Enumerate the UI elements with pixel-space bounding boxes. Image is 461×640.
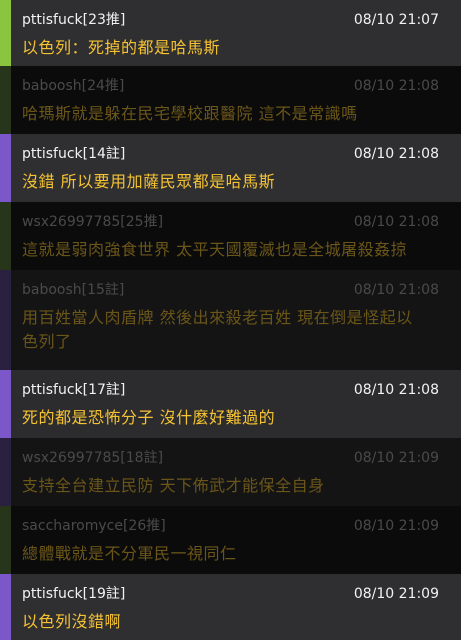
comment-item[interactable]: baboosh[15註] 08/10 21:08 用百姓當人肉盾牌 然後出來殺老百姓… — [0, 270, 461, 370]
comment-author[interactable]: baboosh[15註] — [22, 280, 124, 300]
comment-author[interactable]: pttisfuck[14註] — [22, 144, 125, 164]
comment-body: 以色列沒錯啊 — [22, 610, 439, 634]
comment-body: 用百姓當人肉盾牌 然後出來殺老百姓 現在倒是怪起以 色列了 — [22, 306, 439, 354]
comment-header: baboosh[15註] 08/10 21:08 — [22, 280, 439, 300]
comment-floor-tag: [15註] — [81, 282, 125, 298]
comment-floor-tag: [19註] — [82, 586, 126, 602]
reply-indicator-bar — [0, 370, 11, 438]
comment-body: 沒錯 所以要用加薩民眾都是哈馬斯 — [22, 170, 439, 194]
comment-floor-tag: [23推] — [82, 12, 126, 28]
comment-item[interactable]: pttisfuck[19註] 08/10 21:09 以色列沒錯啊 — [0, 574, 461, 640]
author-name: pttisfuck — [22, 12, 83, 28]
comment-timestamp: 08/10 21:09 — [353, 586, 439, 602]
reply-indicator-bar — [0, 0, 11, 66]
reply-indicator-bar — [0, 574, 11, 640]
comment-text-line: 總體戰就是不分軍民一視同仁 — [22, 544, 237, 563]
comment-text-line: 支持全台建立民防 天下佈武才能保全自身 — [22, 476, 325, 495]
comment-body: 總體戰就是不分軍民一視同仁 — [22, 542, 439, 566]
comment-author[interactable]: wsx26997785[18註] — [22, 448, 163, 468]
comment-floor-tag: [25推] — [120, 214, 164, 230]
author-name: pttisfuck — [22, 586, 83, 602]
comment-author[interactable]: baboosh[24推] — [22, 76, 124, 96]
comment-text-line: 用百姓當人肉盾牌 然後出來殺老百姓 現在倒是怪起以 — [22, 308, 413, 327]
author-name: baboosh — [22, 78, 82, 94]
comment-list: pttisfuck[23推] 08/10 21:07 以色列：死掉的都是哈馬斯 bab… — [0, 0, 461, 640]
comment-floor-tag: [17註] — [82, 382, 126, 398]
comment-body: 這就是弱肉強食世界 太平天國覆滅也是全城屠殺姦掠 — [22, 238, 439, 262]
comment-author[interactable]: pttisfuck[17註] — [22, 380, 125, 400]
comment-floor-tag: [14註] — [82, 146, 126, 162]
author-name: baboosh — [22, 282, 82, 298]
comment-body: 支持全台建立民防 天下佈武才能保全自身 — [22, 474, 439, 498]
comment-timestamp: 08/10 21:09 — [353, 450, 439, 466]
comment-item[interactable]: pttisfuck[17註] 08/10 21:08 死的都是恐怖分子 沒什麼好難過… — [0, 370, 461, 438]
reply-indicator-bar — [0, 506, 11, 574]
comment-timestamp: 08/10 21:08 — [353, 382, 439, 398]
comment-header: pttisfuck[14註] 08/10 21:08 — [22, 144, 439, 164]
comment-header: wsx26997785[25推] 08/10 21:08 — [22, 212, 439, 232]
comment-floor-tag: [26推] — [122, 518, 166, 534]
comment-header: wsx26997785[18註] 08/10 21:09 — [22, 448, 439, 468]
comment-timestamp: 08/10 21:08 — [353, 146, 439, 162]
comment-timestamp: 08/10 21:08 — [353, 282, 439, 298]
reply-indicator-bar — [0, 134, 11, 202]
comment-header: pttisfuck[17註] 08/10 21:08 — [22, 380, 439, 400]
comment-item[interactable]: wsx26997785[25推] 08/10 21:08 這就是弱肉強食世界 太平天… — [0, 202, 461, 270]
comment-item[interactable]: baboosh[24推] 08/10 21:08 哈瑪斯就是躲在民宅學校跟醫院 這不… — [0, 66, 461, 134]
reply-indicator-bar — [0, 66, 11, 134]
author-name: saccharomyce — [22, 518, 123, 534]
author-name: pttisfuck — [22, 382, 83, 398]
comment-timestamp: 08/10 21:08 — [353, 214, 439, 230]
comment-body: 以色列：死掉的都是哈馬斯 — [22, 36, 439, 60]
comment-item[interactable]: pttisfuck[14註] 08/10 21:08 沒錯 所以要用加薩民眾都是哈馬… — [0, 134, 461, 202]
comment-item[interactable]: saccharomyce[26推] 08/10 21:09 總體戰就是不分軍民一視同… — [0, 506, 461, 574]
author-name: wsx26997785 — [22, 214, 121, 230]
comment-text-line: 死的都是恐怖分子 沒什麼好難過的 — [22, 408, 276, 427]
comment-author[interactable]: pttisfuck[23推] — [22, 10, 125, 30]
comment-author[interactable]: saccharomyce[26推] — [22, 516, 166, 536]
comment-author[interactable]: pttisfuck[19註] — [22, 584, 125, 604]
reply-indicator-bar — [0, 270, 11, 370]
author-name: wsx26997785 — [22, 450, 121, 466]
comment-header: baboosh[24推] 08/10 21:08 — [22, 76, 439, 96]
comment-header: pttisfuck[23推] 08/10 21:07 — [22, 10, 439, 30]
comment-text-line: 以色列沒錯啊 — [22, 612, 122, 631]
comment-item[interactable]: wsx26997785[18註] 08/10 21:09 支持全台建立民防 天下佈武… — [0, 438, 461, 506]
author-name: pttisfuck — [22, 146, 83, 162]
reply-indicator-bar — [0, 202, 11, 270]
comment-text-line: 這就是弱肉強食世界 太平天國覆滅也是全城屠殺姦掠 — [22, 240, 408, 259]
comment-floor-tag: [18註] — [120, 450, 164, 466]
comment-item[interactable]: pttisfuck[23推] 08/10 21:07 以色列：死掉的都是哈馬斯 — [0, 0, 461, 66]
comment-text-line: 以色列：死掉的都是哈馬斯 — [22, 38, 221, 57]
comment-header: pttisfuck[19註] 08/10 21:09 — [22, 584, 439, 604]
comment-timestamp: 08/10 21:08 — [353, 78, 439, 94]
comment-author[interactable]: wsx26997785[25推] — [22, 212, 163, 232]
comment-body: 死的都是恐怖分子 沒什麼好難過的 — [22, 406, 439, 430]
comment-text-line: 沒錯 所以要用加薩民眾都是哈馬斯 — [22, 172, 276, 191]
comment-floor-tag: [24推] — [81, 78, 125, 94]
comment-timestamp: 08/10 21:07 — [353, 12, 439, 28]
comment-text-line: 色列了 — [22, 332, 72, 351]
comment-timestamp: 08/10 21:09 — [353, 518, 439, 534]
comment-header: saccharomyce[26推] 08/10 21:09 — [22, 516, 439, 536]
reply-indicator-bar — [0, 438, 11, 506]
comment-text-line: 哈瑪斯就是躲在民宅學校跟醫院 這不是常識嗎 — [22, 104, 358, 123]
comment-body: 哈瑪斯就是躲在民宅學校跟醫院 這不是常識嗎 — [22, 102, 439, 126]
